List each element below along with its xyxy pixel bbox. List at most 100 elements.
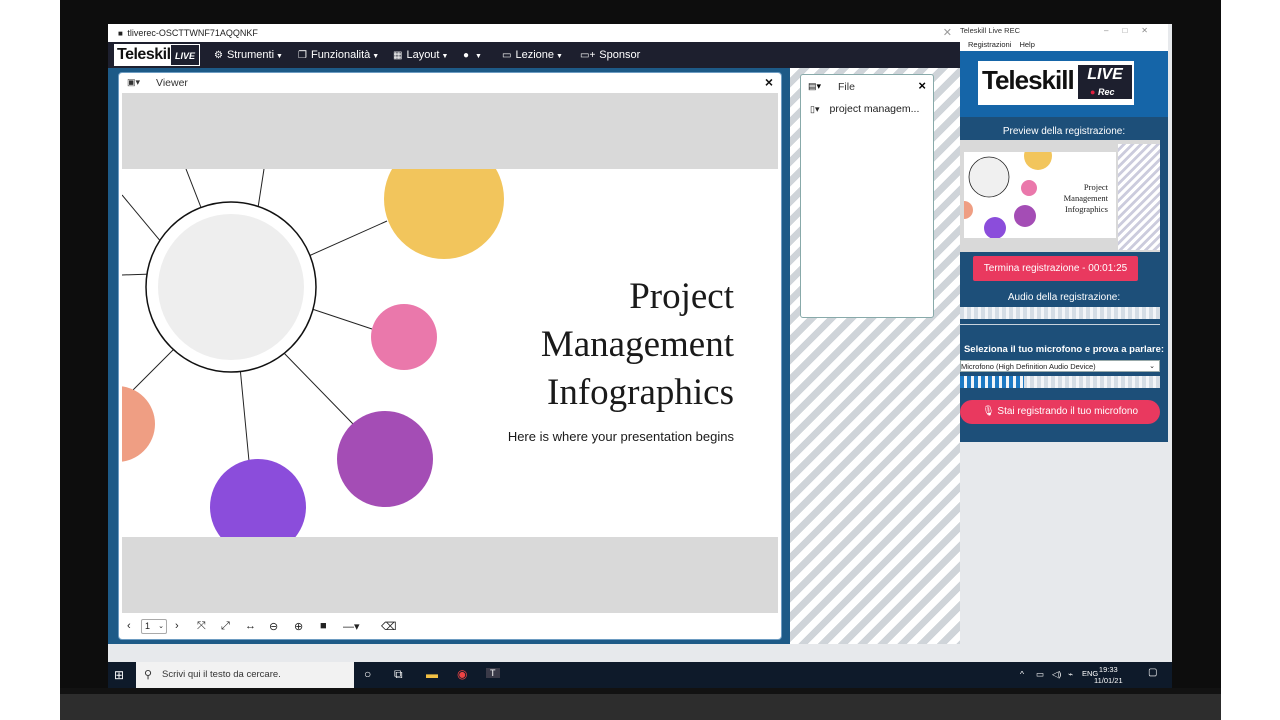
microphone-select[interactable]: Microfono (High Definition Audio Device)… xyxy=(960,360,1160,372)
caret-down-icon: ▼ xyxy=(441,53,449,60)
recorder-window: Teleskill Live REC –□✕ Registrazioni Hel… xyxy=(960,24,1168,442)
taskbar-clock[interactable]: 19:33 11/01/21 xyxy=(1094,664,1123,686)
menu-strumenti[interactable]: ⚙ Strumenti ▼ xyxy=(214,42,283,68)
preview-slide: Project Management Infographics xyxy=(964,152,1116,238)
monitor-bezel-top xyxy=(60,0,1221,24)
slide-title-line: Infographics xyxy=(547,372,734,413)
grid-icon: ▦ xyxy=(393,50,403,61)
viewer-toolbar: ‹ 1 ⌄ › ⤧ ⤢ ↔ ⊖ ⊕ ■ —▾ ⌫ xyxy=(119,615,781,639)
slide-subtitle: Here is where your presentation begins xyxy=(507,429,734,444)
fullscreen-icon[interactable]: ⤢ xyxy=(221,620,230,633)
clock-time: 19:33 xyxy=(1098,665,1118,674)
recorder-header: Teleskill LIVE ● Rec xyxy=(960,51,1168,117)
mic-device-name: Microfono (High Definition Audio Device) xyxy=(961,362,1096,371)
menu-lezione-label: Lezione xyxy=(515,49,554,61)
caret-down-icon: ▼ xyxy=(276,53,283,60)
rec-logo-rec-text: Rec xyxy=(1097,87,1115,97)
mic-label: Seleziona il tuo microfono e prova a par… xyxy=(963,344,1165,355)
menu-funzionalita[interactable]: ❐ Funzionalità ▼ xyxy=(298,42,379,68)
viewer-panel: ▣▾ Viewer × Project Management Infograph… xyxy=(118,72,782,640)
cortana-icon[interactable]: ○ xyxy=(364,667,371,681)
window-controls[interactable]: –□✕ xyxy=(1104,24,1162,38)
preview-title-line: Infographics xyxy=(1065,204,1108,214)
battery-icon[interactable]: ▭ xyxy=(1036,669,1044,680)
mic-recording-button[interactable]: 🎙 Stai registrando il tuo microfono xyxy=(960,400,1160,424)
chrome-icon[interactable]: ◉ xyxy=(457,667,467,681)
desktop-background xyxy=(108,644,1172,662)
zoom-out-icon[interactable]: ⊖ xyxy=(269,620,278,633)
caret-down-icon: ▼ xyxy=(475,53,482,60)
windows-start-icon[interactable]: ⊞ xyxy=(114,668,124,682)
monitor-bezel-right xyxy=(1172,0,1221,690)
logo-text: Teleskill xyxy=(117,46,175,63)
mic-button-label: Stai registrando il tuo microfono xyxy=(997,406,1139,417)
user-icon: ● xyxy=(463,50,470,61)
previous-page-icon[interactable]: ‹ xyxy=(127,620,131,632)
windows-icon: ❐ xyxy=(298,50,307,61)
stop-recording-button[interactable]: Termina registrazione - 00:01:25 xyxy=(973,256,1138,281)
file-item[interactable]: ▯▾ project managem... xyxy=(810,103,932,115)
menu-user[interactable]: ● ▼ xyxy=(463,42,482,68)
recording-preview: Project Management Infographics xyxy=(960,140,1160,252)
add-video-icon: ▭+ xyxy=(580,50,596,61)
desktop-screen: ■ tliverec-OSCTTWNF71AQQNKF ✕ Teleskill … xyxy=(108,24,1172,688)
eraser-icon[interactable]: ⌫ xyxy=(381,620,397,633)
file-panel: ▤▾ File × ▯▾ project managem... xyxy=(800,74,934,318)
menu-sponsor[interactable]: ▭+ Sponsor xyxy=(580,42,640,68)
preview-title-line: Project xyxy=(1083,182,1108,192)
camera-icon: ■ xyxy=(118,29,123,38)
windows-taskbar: ⊞ ⚲ Scrivi qui il testo da cercare. ○ ⧉ … xyxy=(108,662,1172,688)
audio-level-meter xyxy=(960,307,1160,319)
menu-registrazioni[interactable]: Registrazioni xyxy=(968,40,1011,49)
rec-logo-rec: ● Rec xyxy=(1090,87,1114,97)
file-explorer-icon[interactable]: ▬ xyxy=(426,667,438,681)
presentation-slide: Project Management Infographics Here is … xyxy=(122,169,778,537)
line-style-icon[interactable]: —▾ xyxy=(343,620,360,633)
zoom-in-icon[interactable]: ⊕ xyxy=(294,620,303,633)
viewer-label: Viewer xyxy=(156,77,188,89)
close-icon[interactable]: × xyxy=(765,74,773,90)
viewer-header: ▣▾ Viewer × xyxy=(119,73,781,95)
menu-layout[interactable]: ▦ Layout ▼ xyxy=(393,42,448,68)
color-square-icon[interactable]: ■ xyxy=(320,620,327,632)
menu-lezione[interactable]: ▭ Lezione ▼ xyxy=(502,42,563,68)
slide-title: Project Management Infographics xyxy=(414,273,734,417)
window-close-icon[interactable]: ✕ xyxy=(943,24,952,42)
slide-area: Project Management Infographics Here is … xyxy=(122,93,778,613)
page-number: 1 xyxy=(145,621,151,631)
mic-level-fill xyxy=(960,376,1024,388)
slide-title-line: Management xyxy=(540,324,734,365)
network-icon[interactable]: ⌁ xyxy=(1068,669,1073,680)
task-view-icon[interactable]: ⧉ xyxy=(394,667,403,682)
volume-icon[interactable]: ◁) xyxy=(1052,669,1061,680)
notification-icon[interactable]: ▢ xyxy=(1148,667,1157,678)
preview-title-line: Management xyxy=(1063,193,1108,203)
teleskill-main-window: ■ tliverec-OSCTTWNF71AQQNKF ✕ Teleskill … xyxy=(108,24,960,644)
fit-page-icon[interactable]: ⤧ xyxy=(197,620,206,633)
preview-label: Preview della registrazione: xyxy=(1002,126,1126,137)
caret-down-icon: ▼ xyxy=(372,53,380,60)
files-icon[interactable]: ▤▾ xyxy=(808,81,821,92)
fit-width-icon[interactable]: ↔ xyxy=(245,620,256,632)
rec-logo-text: Teleskill xyxy=(982,65,1075,95)
recorder-title: Teleskill Live REC xyxy=(960,26,1021,35)
mic-level-meter xyxy=(960,376,1160,388)
work-area: ▣▾ Viewer × Project Management Infograph… xyxy=(108,68,960,644)
main-menubar: Teleskill LIVE ⚙ Strumenti ▼ ❐ Funzionalità… xyxy=(108,42,960,68)
taskbar-search[interactable]: ⚲ Scrivi qui il testo da cercare. xyxy=(136,662,354,688)
page-select[interactable]: 1 ⌄ xyxy=(141,619,167,634)
chevron-down-icon: ⌄ xyxy=(1149,363,1155,370)
close-icon[interactable]: × xyxy=(918,78,926,93)
teleskill-taskbar-icon[interactable]: T xyxy=(486,668,500,678)
menu-layout-label: Layout xyxy=(406,49,440,61)
monitor-bezel-left xyxy=(60,0,108,690)
search-placeholder: Scrivi qui il testo da cercare. xyxy=(162,669,281,680)
menu-help[interactable]: Help xyxy=(1019,40,1034,49)
file-panel-label: File xyxy=(838,81,855,93)
next-page-icon[interactable]: › xyxy=(175,620,179,632)
chevron-up-icon[interactable]: ^ xyxy=(1020,669,1024,679)
divider xyxy=(960,324,1160,325)
logo-live-badge: LIVE xyxy=(170,44,200,66)
image-icon[interactable]: ▣▾ xyxy=(127,77,140,88)
document-icon: ▯▾ xyxy=(810,104,820,114)
